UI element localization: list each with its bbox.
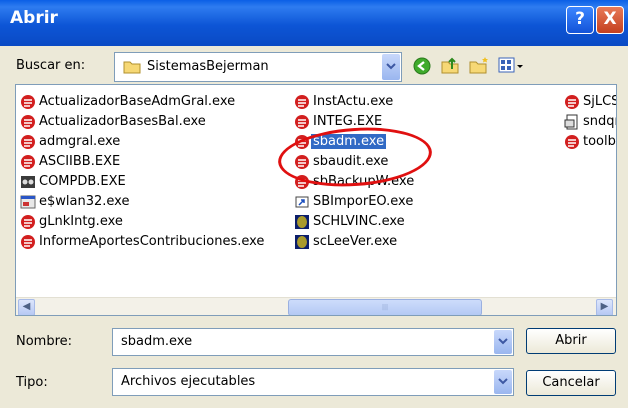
file-name: gLnkIntg.exe: [39, 214, 123, 229]
chevron-down-icon[interactable]: [382, 54, 400, 80]
file-name: SCHLVINC.exe: [313, 214, 405, 229]
app-red-icon: [295, 155, 309, 169]
cancel-button[interactable]: Cancelar: [526, 370, 616, 396]
app-generic-icon: [564, 114, 578, 130]
lookin-value: SistemasBejerman: [147, 59, 269, 74]
chevron-down-icon[interactable]: [494, 370, 512, 394]
app-shortcut-icon: [295, 196, 309, 208]
app-red-icon: [565, 135, 579, 149]
file-name: ASCIIBB.EXE: [39, 154, 121, 169]
filename-label: Nombre:: [16, 334, 73, 349]
file-name: e$wlan32.exe: [39, 194, 130, 209]
file-name: admgral.exe: [39, 134, 121, 149]
scroll-thumb[interactable]: |||: [288, 299, 482, 315]
open-file-dialog: Abrir ? X Buscar en: SistemasBejerman Ac…: [0, 0, 628, 408]
app-red-icon: [295, 135, 309, 149]
title-bar[interactable]: Abrir ? X: [0, 0, 628, 46]
close-icon: X: [603, 9, 617, 29]
view-menu-icon[interactable]: [498, 56, 524, 76]
app-red-icon: [295, 95, 309, 109]
help-button[interactable]: ?: [566, 6, 594, 34]
scroll-right-icon[interactable]: ▶: [596, 299, 613, 315]
app-red-icon: [21, 95, 35, 109]
filetype-value: Archivos ejecutables: [121, 374, 256, 389]
new-folder-icon[interactable]: [468, 55, 490, 75]
dialog-title: Abrir: [10, 8, 58, 28]
chevron-down-icon[interactable]: [494, 330, 512, 354]
folder-icon: [123, 61, 141, 74]
filename-value: sbadm.exe: [121, 334, 193, 349]
file-name: scLeeVer.exe: [313, 234, 398, 249]
app-red-icon: [21, 235, 35, 249]
back-icon[interactable]: [412, 56, 432, 76]
app-red-icon: [21, 155, 35, 169]
horizontal-scrollbar[interactable]: ◀ ||| ▶: [16, 297, 616, 315]
file-name: sbadm.exe: [311, 134, 387, 149]
file-name: INTEG.EXE: [313, 114, 383, 129]
scroll-left-icon[interactable]: ◀: [18, 299, 35, 315]
help-icon: ?: [575, 9, 585, 29]
file-name: ActualizadorBasesBal.exe: [39, 114, 206, 129]
lookin-combo[interactable]: SistemasBejerman: [114, 52, 402, 82]
file-name: sndqr: [583, 114, 617, 129]
app-red-icon: [295, 115, 309, 129]
open-button[interactable]: Abrir: [526, 328, 616, 354]
app-red-icon: [21, 135, 35, 149]
app-olive-icon: [295, 215, 309, 229]
app-dark-icon: [21, 176, 35, 188]
file-name: sbBackupW.exe: [313, 174, 415, 189]
file-name: ActualizadorBaseAdmGral.exe: [39, 94, 236, 109]
app-red-icon: [565, 95, 579, 109]
grip-icon: |||: [381, 304, 389, 311]
filetype-label: Tipo:: [16, 375, 48, 390]
file-name: SjLCS: [583, 94, 617, 109]
file-name: toolba: [583, 134, 616, 149]
app-red-icon: [295, 175, 309, 189]
app-olive-icon: [295, 235, 309, 249]
close-button[interactable]: X: [596, 6, 624, 34]
app-red-icon: [21, 215, 35, 229]
filetype-select[interactable]: Archivos ejecutables: [112, 368, 514, 396]
file-name: COMPDB.EXE: [39, 174, 126, 189]
file-name: InstActu.exe: [313, 94, 394, 109]
lookin-label: Buscar en:: [16, 58, 86, 73]
app-red-icon: [21, 115, 35, 129]
file-list[interactable]: ActualizadorBaseAdmGral.exe ActualizadorB…: [15, 84, 617, 316]
filename-field[interactable]: sbadm.exe: [112, 328, 514, 356]
file-name: SBImporEO.exe: [313, 194, 414, 209]
file-name: sbaudit.exe: [313, 154, 389, 169]
file-name: InformeAportesContribuciones.exe: [39, 234, 265, 249]
app-window-icon: [20, 195, 36, 209]
up-folder-icon[interactable]: [440, 55, 460, 75]
